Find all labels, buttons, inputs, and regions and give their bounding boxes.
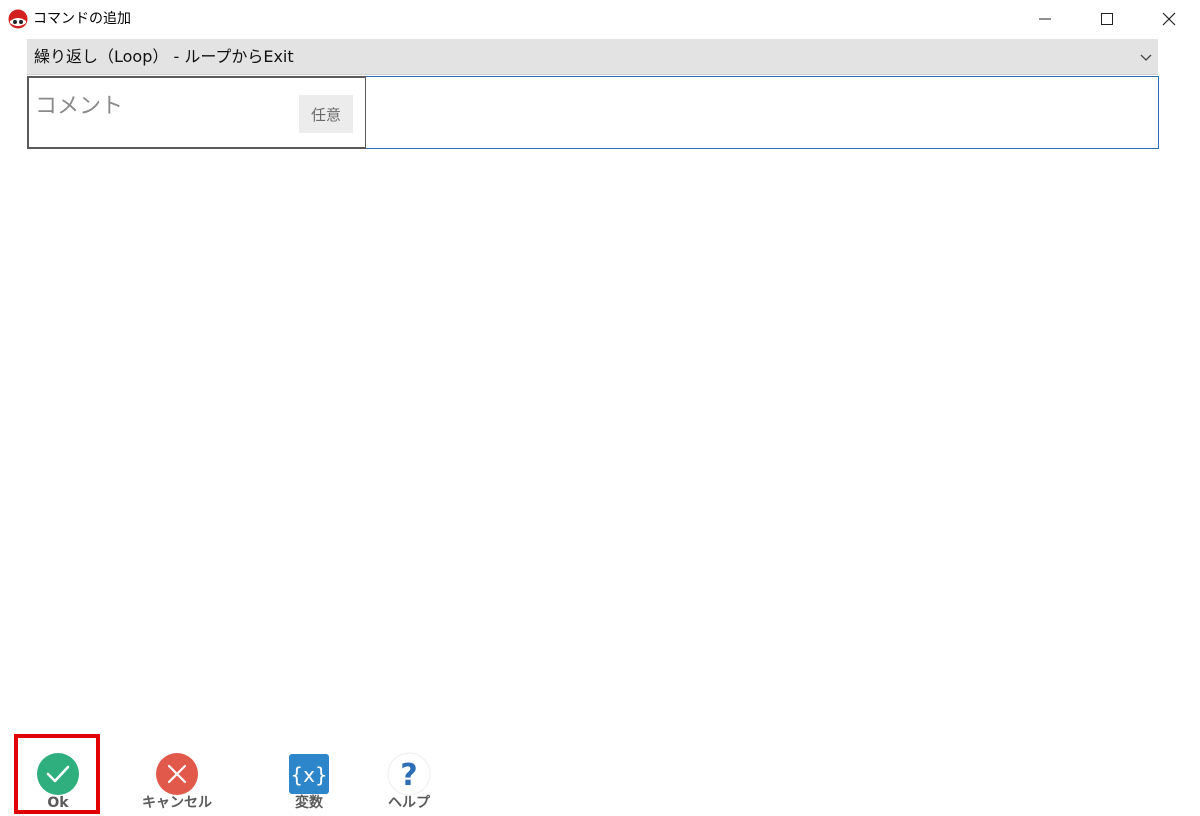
cancel-button-label: キャンセル	[142, 795, 212, 811]
variable-icon: {x}	[289, 754, 329, 794]
cross-icon	[156, 753, 198, 795]
help-button[interactable]: ? ヘルプ	[369, 748, 449, 814]
comment-label-box: コメント 任意	[27, 76, 367, 149]
title-bar: コマンドの追加	[0, 0, 1200, 38]
minimize-icon	[1039, 18, 1051, 20]
chevron-down-icon	[1140, 54, 1152, 61]
optional-badge: 任意	[299, 95, 353, 133]
variable-button[interactable]: {x} 変数	[269, 748, 349, 814]
ok-button-label: Ok	[47, 795, 69, 811]
close-button[interactable]	[1138, 0, 1200, 38]
question-icon: ?	[387, 752, 431, 796]
command-select[interactable]: 繰り返し（Loop） - ループからExit	[27, 39, 1158, 75]
maximize-button[interactable]	[1076, 0, 1138, 38]
command-select-value: 繰り返し（Loop） - ループからExit	[34, 47, 294, 66]
maximize-icon	[1101, 13, 1113, 25]
window-title: コマンドの追加	[33, 11, 131, 27]
minimize-button[interactable]	[1014, 0, 1076, 38]
comment-input[interactable]	[366, 76, 1159, 149]
check-icon	[37, 753, 79, 795]
ladybug-logo-icon	[8, 9, 28, 29]
variable-icon-text: {x}	[290, 763, 327, 787]
comment-label: コメント	[35, 94, 124, 119]
ok-button[interactable]: Ok	[18, 748, 98, 814]
cancel-button[interactable]: キャンセル	[137, 748, 217, 814]
help-icon-text: ?	[400, 758, 417, 793]
help-button-label: ヘルプ	[388, 795, 430, 811]
close-icon	[1162, 12, 1176, 26]
add-command-window: コマンドの追加 繰り返し（Loop） - ループからExit コメント 任意 O…	[0, 0, 1200, 816]
variable-button-label: 変数	[295, 795, 323, 811]
